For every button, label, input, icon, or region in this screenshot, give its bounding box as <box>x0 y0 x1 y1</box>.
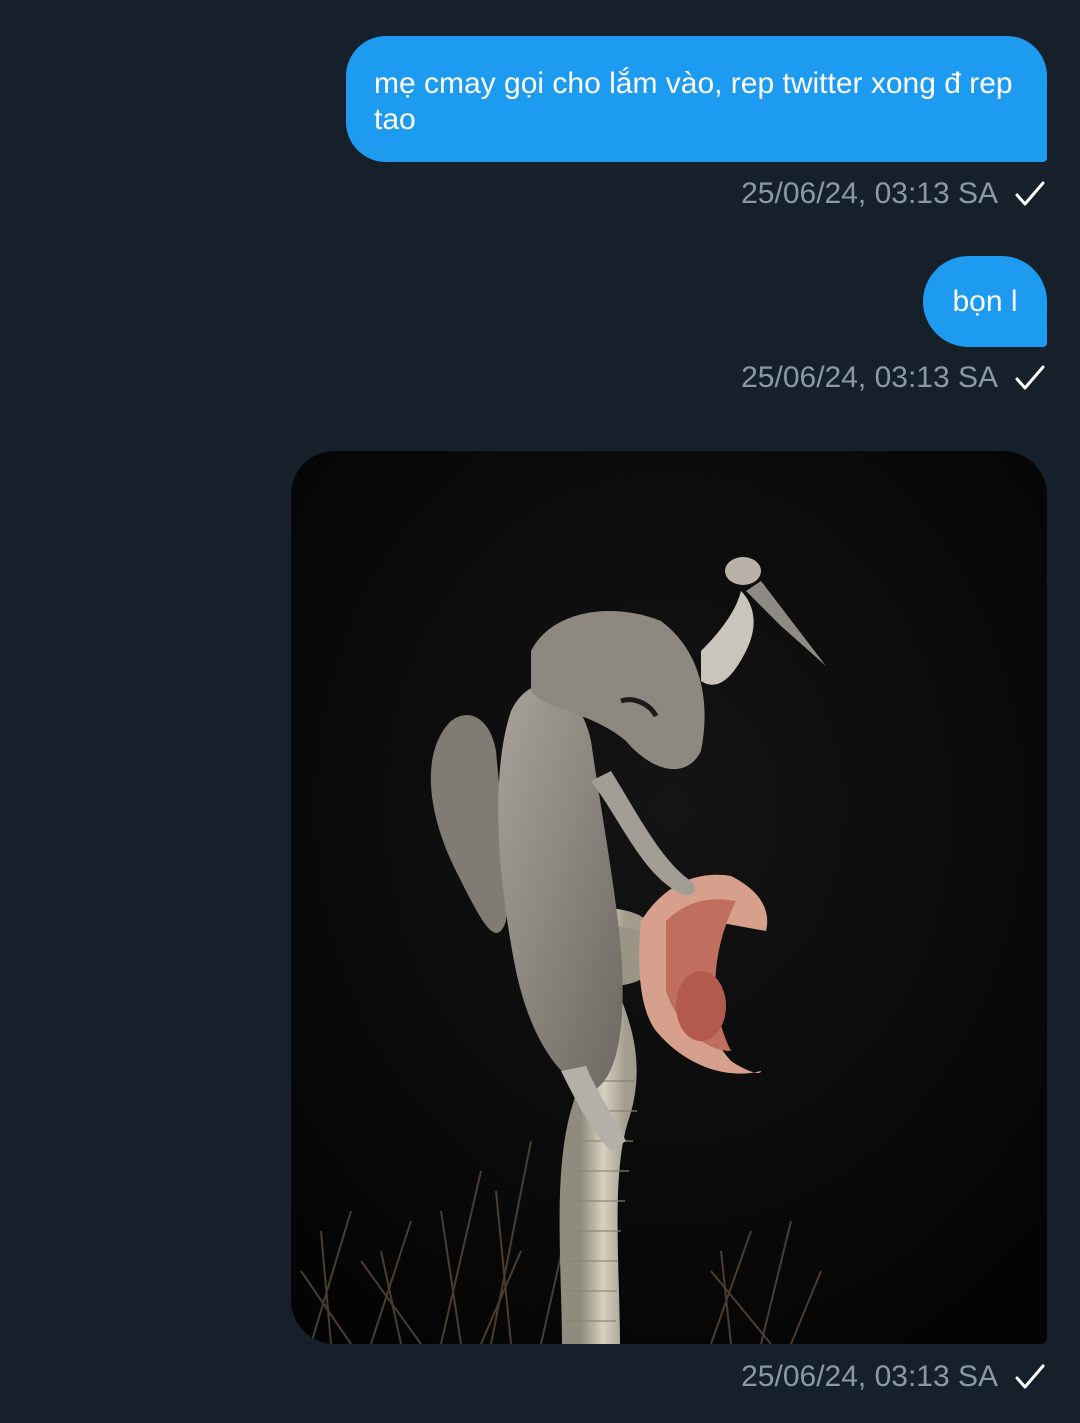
check-icon <box>1014 178 1046 210</box>
message-bubble[interactable]: mẹ cmay gọi cho lắm vào, rep twitter xon… <box>346 36 1047 162</box>
squirrel-snake-photo <box>291 451 1047 1344</box>
message-timestamp: 25/06/24, 03:13 SA <box>741 177 998 210</box>
check-icon <box>1014 362 1046 394</box>
image-attachment[interactable] <box>291 451 1047 1344</box>
message-meta: 25/06/24, 03:13 SA <box>741 1357 1046 1397</box>
message-thread: mẹ cmay gọi cho lắm vào, rep twitter xon… <box>0 0 1080 1423</box>
message-text: mẹ cmay gọi cho lắm vào, rep twitter xon… <box>374 67 1013 136</box>
message-timestamp: 25/06/24, 03:13 SA <box>741 1360 998 1393</box>
message-meta: 25/06/24, 03:13 SA <box>741 174 1046 214</box>
message-bubble[interactable]: bọn l <box>923 256 1047 347</box>
check-icon <box>1014 1361 1046 1393</box>
message-text: bọn l <box>952 285 1018 318</box>
message-meta: 25/06/24, 03:13 SA <box>741 358 1046 398</box>
message-timestamp: 25/06/24, 03:13 SA <box>741 361 998 394</box>
